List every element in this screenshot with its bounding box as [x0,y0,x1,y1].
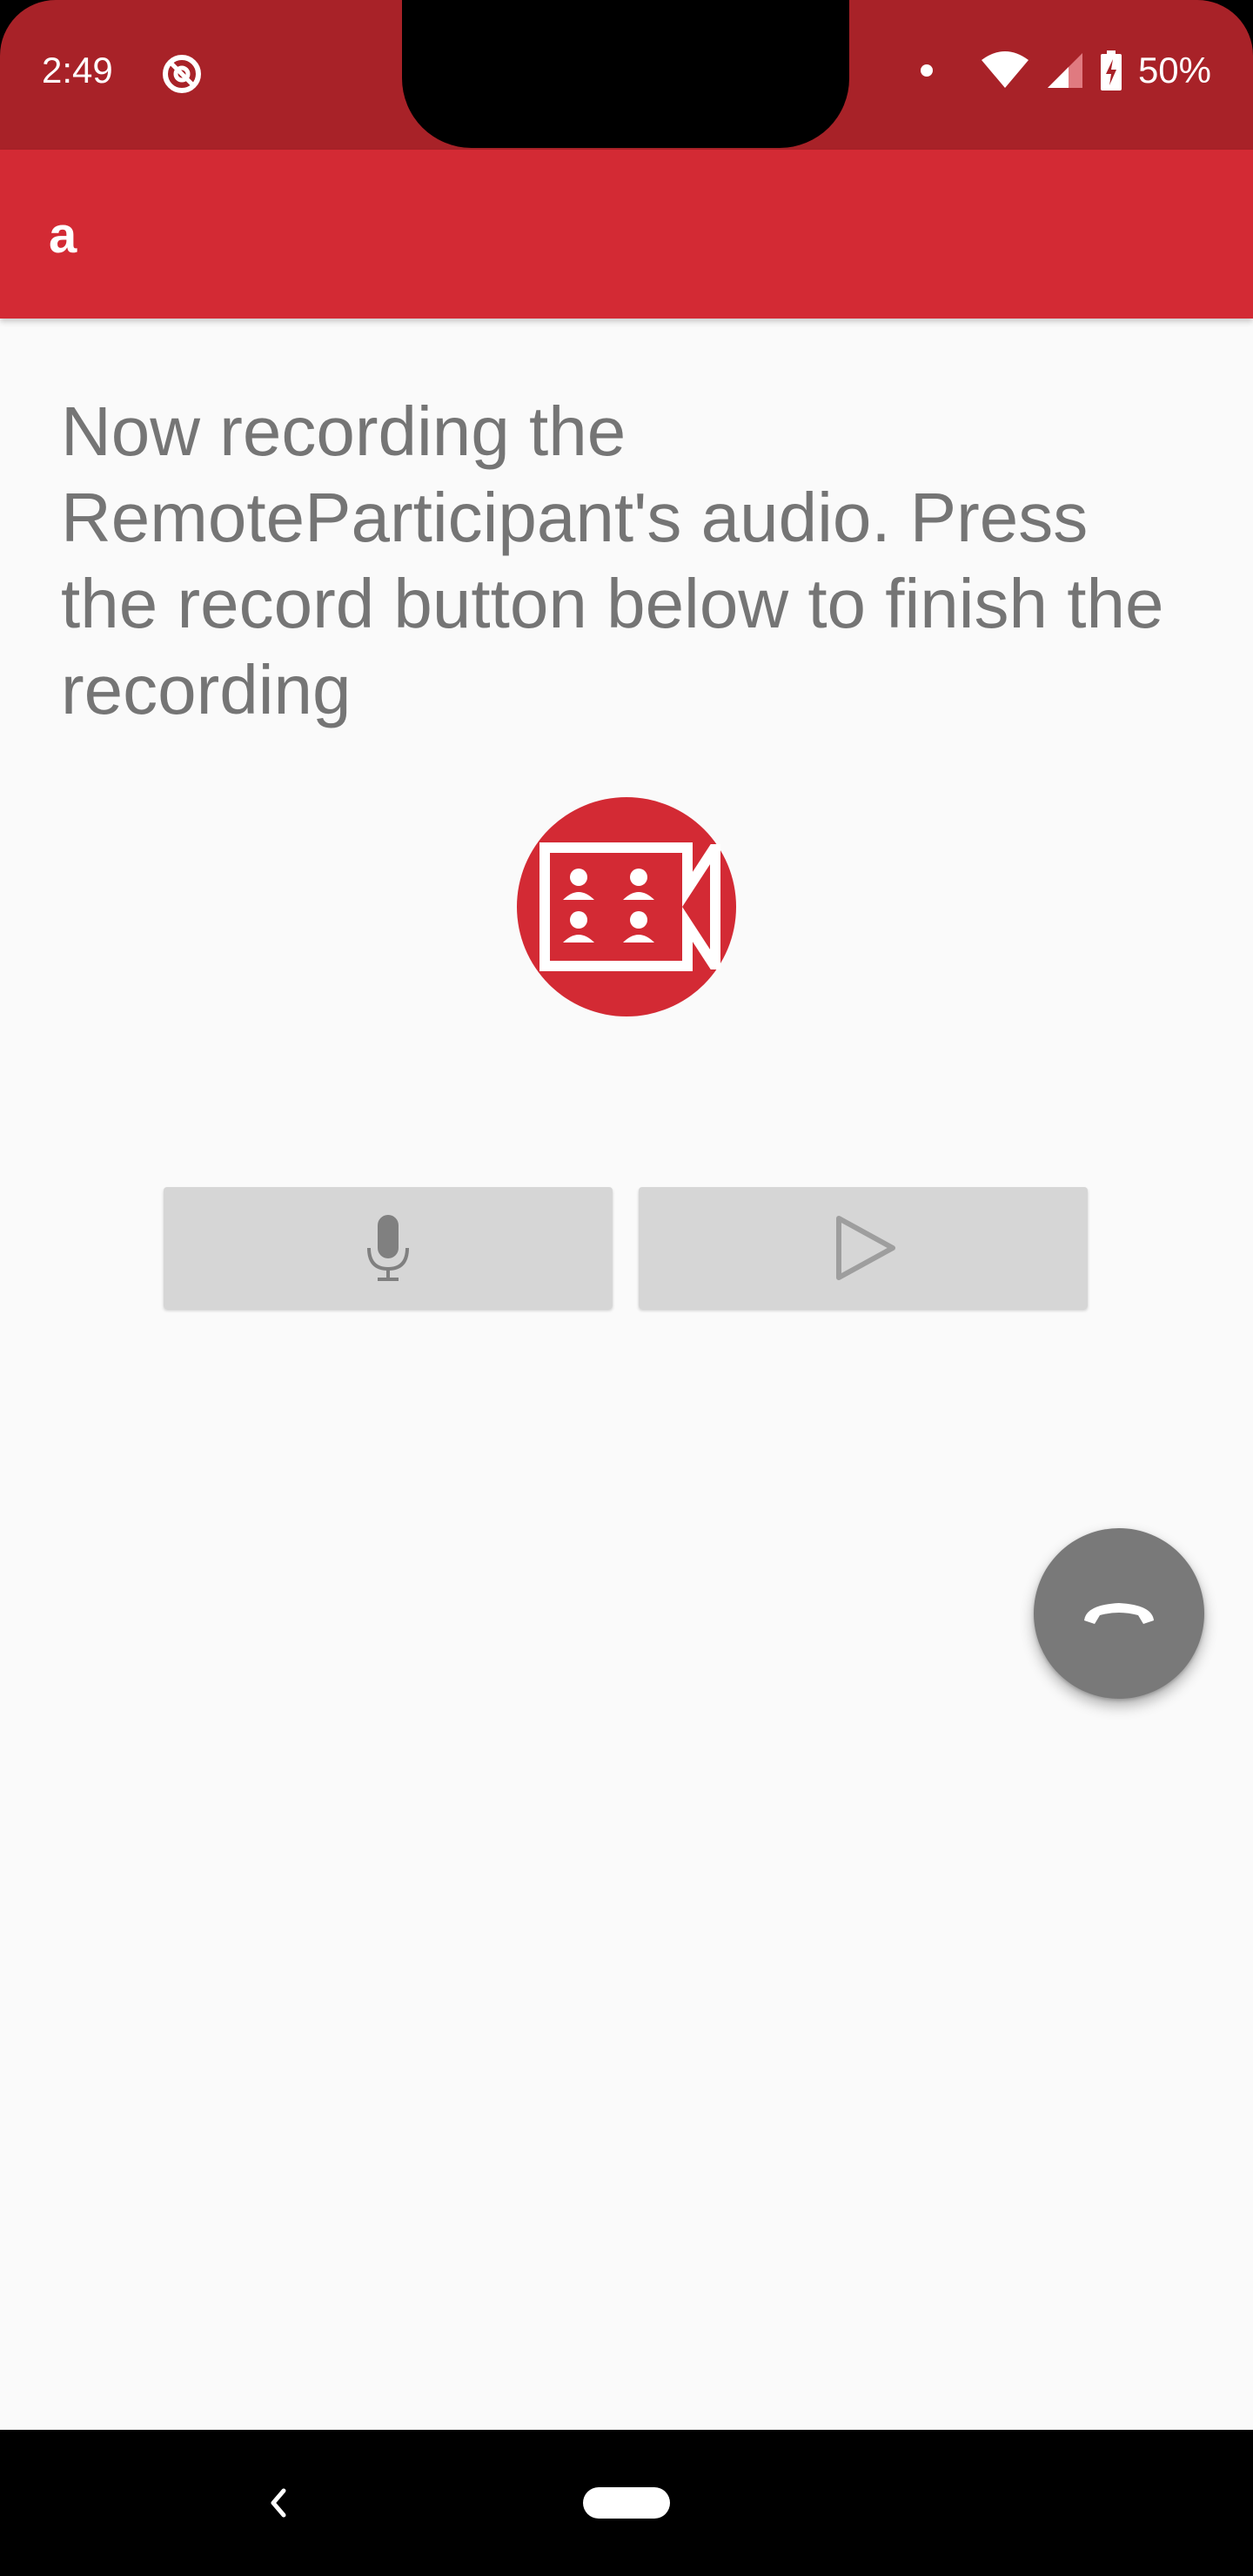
notification-dot-icon [920,64,933,77]
instruction-text: Now recording the RemoteParticipant's au… [61,392,1164,728]
display-notch [402,0,849,148]
cell-signal-icon [1047,53,1082,88]
home-pill-icon[interactable] [583,2487,670,2519]
hang-up-icon [1084,1603,1154,1624]
microphone-icon [367,1215,409,1281]
app-title: a [49,207,77,264]
status-bar: 2:49 50% [0,0,1253,150]
record-button[interactable] [164,1187,613,1309]
play-icon [836,1216,895,1280]
do-not-disturb-icon [163,55,201,93]
back-icon[interactable] [252,2477,305,2529]
status-icons: 50% [920,49,1211,92]
navigation-bar [0,2430,1253,2576]
video-conference-badge [517,797,736,1016]
app-bar: a [0,150,1253,319]
wifi-icon [981,51,1029,88]
screen: 2:49 50% a Now recording the RemoteParti… [0,0,1253,2576]
battery-charging-icon [1100,50,1122,91]
battery-percentage: 50% [1137,50,1211,91]
hang-up-button[interactable] [1034,1528,1204,1699]
play-button[interactable] [639,1187,1088,1309]
video-conference-icon [539,842,720,971]
status-time: 2:49 [42,50,113,91]
